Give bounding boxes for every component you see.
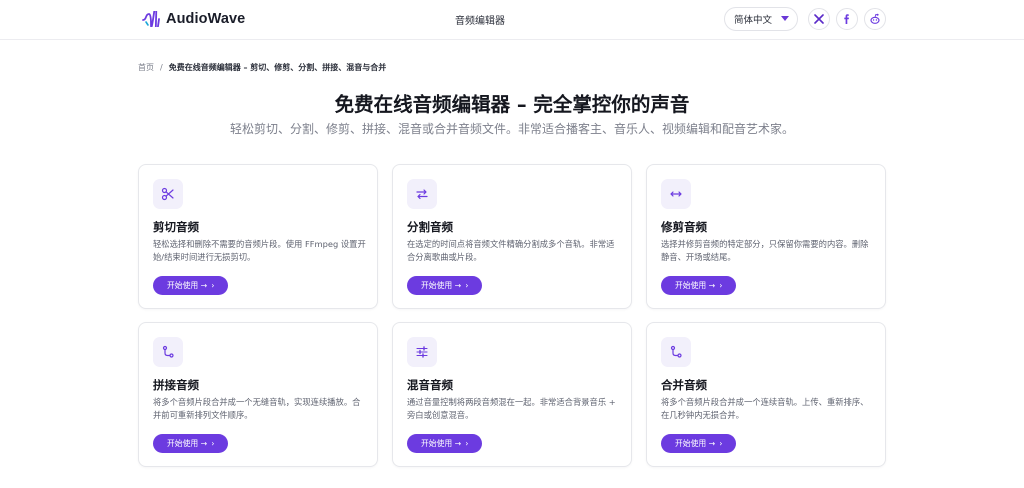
- tool-card-mix[interactable]: 混音音频 通过音量控制将两段音频混在一起。非常适合背景音乐 + 旁白或创意混音。…: [392, 322, 632, 467]
- card-title: 合并音频: [661, 378, 707, 392]
- chevron-down-icon: [781, 16, 789, 21]
- card-description: 将多个音频片段合并成一个无缝音轨，实现连续播放。合并前可重新排列文件顺序。: [153, 397, 361, 420]
- tool-card-join[interactable]: 拼接音频 将多个音频片段合并成一个无缝音轨，实现连续播放。合并前可重新排列文件顺…: [138, 322, 378, 467]
- language-select[interactable]: 简体中文: [724, 7, 798, 31]
- tool-card-merge[interactable]: 合并音频 将多个音频片段合并成一个连续音轨。上传、重新排序、在几秒钟内无损合并。…: [646, 322, 886, 467]
- breadcrumb-home-link[interactable]: 首页: [138, 62, 154, 73]
- chevron-right-icon: ›: [211, 439, 215, 448]
- get-started-button[interactable]: 开始使用 → ›: [153, 276, 228, 295]
- chevron-right-icon: ›: [719, 281, 723, 290]
- waveform-logo-icon: [142, 11, 160, 27]
- button-label: 开始使用 →: [421, 439, 462, 448]
- tool-card-trim[interactable]: 修剪音频 选择并修剪音频的特定部分，只保留你需要的内容。删除静音、开场或结尾。 …: [646, 164, 886, 309]
- x-social-button[interactable]: [808, 8, 830, 30]
- card-title: 剪切音频: [153, 220, 199, 234]
- card-description: 将多个音频片段合并成一个连续音轨。上传、重新排序、在几秒钟内无损合并。: [661, 397, 869, 420]
- brand-logo-link[interactable]: AudioWave: [142, 9, 245, 29]
- reddit-social-button[interactable]: [864, 8, 886, 30]
- get-started-button[interactable]: 开始使用 → ›: [661, 276, 736, 295]
- card-description: 轻松选择和删除不需要的音频片段。使用 FFmpeg 设置开始/结束时间进行无损剪…: [153, 239, 366, 262]
- get-started-button[interactable]: 开始使用 → ›: [153, 434, 228, 453]
- reddit-icon: [869, 13, 881, 25]
- card-description: 选择并修剪音频的特定部分，只保留你需要的内容。删除静音、开场或结尾。: [661, 239, 869, 262]
- merge-path-icon: [661, 337, 691, 367]
- scissors-icon: [153, 179, 183, 209]
- card-description: 在选定的时间点将音频文件精确分割成多个音轨。非常适合分离歌曲或片段。: [407, 239, 615, 262]
- trim-arrows-icon: [661, 179, 691, 209]
- facebook-icon: [842, 13, 852, 25]
- chevron-right-icon: ›: [719, 439, 723, 448]
- button-label: 开始使用 →: [167, 439, 208, 448]
- facebook-social-button[interactable]: [836, 8, 858, 30]
- card-title: 分割音频: [407, 220, 453, 234]
- get-started-button[interactable]: 开始使用 → ›: [407, 276, 482, 295]
- breadcrumb-separator: /: [160, 63, 163, 72]
- get-started-button[interactable]: 开始使用 → ›: [661, 434, 736, 453]
- get-started-button[interactable]: 开始使用 → ›: [407, 434, 482, 453]
- split-arrows-icon: [407, 179, 437, 209]
- button-label: 开始使用 →: [675, 439, 716, 448]
- button-label: 开始使用 →: [167, 281, 208, 290]
- join-path-icon: [153, 337, 183, 367]
- tool-card-cut[interactable]: 剪切音频 轻松选择和删除不需要的音频片段。使用 FFmpeg 设置开始/结束时间…: [138, 164, 378, 309]
- card-description: 通过音量控制将两段音频混在一起。非常适合背景音乐 + 旁白或创意混音。: [407, 397, 616, 420]
- x-icon: [814, 14, 824, 24]
- card-title: 混音音频: [407, 378, 453, 392]
- button-label: 开始使用 →: [421, 281, 462, 290]
- button-label: 开始使用 →: [675, 281, 716, 290]
- chevron-right-icon: ›: [211, 281, 215, 290]
- top-header: AudioWave 音频编辑器 简体中文: [0, 0, 1024, 40]
- card-title: 修剪音频: [661, 220, 707, 234]
- language-label: 简体中文: [734, 15, 773, 26]
- card-title: 拼接音频: [153, 378, 199, 392]
- nav-audio-editor[interactable]: 音频编辑器: [400, 12, 560, 27]
- page-title: 免费在线音频编辑器 – 完全掌控你的声音: [334, 93, 690, 116]
- chevron-right-icon: ›: [465, 439, 469, 448]
- page-subtitle: 轻松剪切、分割、修剪、拼接、混音或合并音频文件。非常适合播客主、音乐人、视频编辑…: [229, 122, 794, 136]
- sliders-icon: [407, 337, 437, 367]
- brand-name: AudioWave: [166, 11, 246, 27]
- breadcrumb-current: 免费在线音频编辑器 – 剪切、修剪、分割、拼接、混音与合并: [168, 63, 387, 72]
- breadcrumb: 首页 / 免费在线音频编辑器 – 剪切、修剪、分割、拼接、混音与合并: [138, 62, 386, 73]
- chevron-right-icon: ›: [465, 281, 469, 290]
- tool-card-split[interactable]: 分割音频 在选定的时间点将音频文件精确分割成多个音轨。非常适合分离歌曲或片段。 …: [392, 164, 632, 309]
